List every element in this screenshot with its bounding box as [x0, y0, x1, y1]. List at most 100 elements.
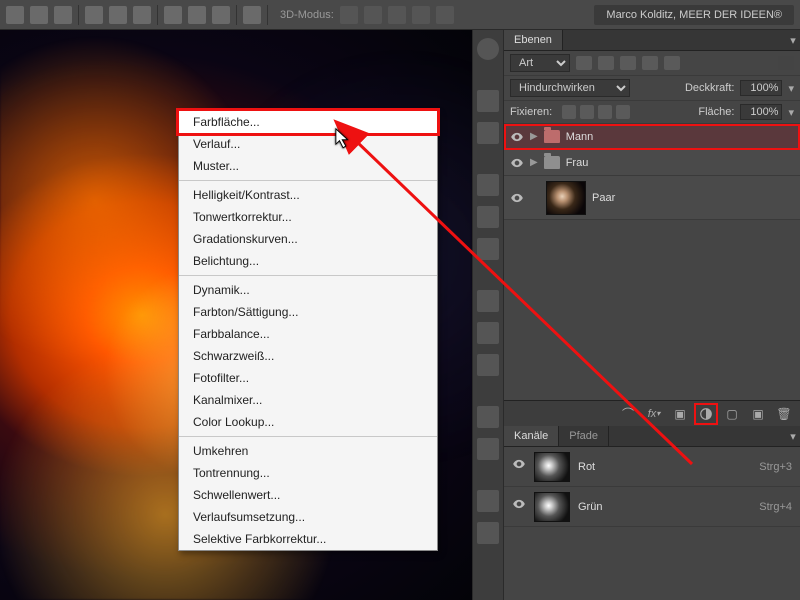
menu-item[interactable]: Schwellenwert...: [179, 484, 437, 506]
layer-filter-row: Art: [504, 51, 800, 76]
fill-input[interactable]: [740, 104, 782, 120]
menu-item[interactable]: Muster...: [179, 155, 437, 177]
cursor-icon: [335, 128, 353, 148]
spacing-icon[interactable]: [243, 6, 261, 24]
menu-item[interactable]: Farbfläche...: [179, 111, 437, 133]
swatches-icon[interactable]: [477, 290, 499, 312]
layer-item-frau[interactable]: ▶ Frau: [504, 150, 800, 176]
new-layer-icon[interactable]: ▣: [750, 407, 766, 421]
lock-position-icon[interactable]: [598, 105, 612, 119]
delete-icon[interactable]: 🗑: [776, 407, 792, 421]
lock-all-icon[interactable]: [616, 105, 630, 119]
visibility-icon[interactable]: [510, 130, 524, 144]
align-icon[interactable]: [54, 6, 72, 24]
filter-shape-icon[interactable]: [642, 56, 658, 70]
3d-icon[interactable]: [412, 6, 430, 24]
menu-item[interactable]: Umkehren: [179, 440, 437, 462]
layers-icon[interactable]: [477, 438, 499, 460]
layer-item-paar[interactable]: Paar: [504, 176, 800, 220]
tab-channels[interactable]: Kanäle: [504, 426, 559, 446]
filter-type-select[interactable]: Art: [510, 54, 570, 72]
menu-item[interactable]: Schwarzweiß...: [179, 345, 437, 367]
histogram-icon[interactable]: [477, 522, 499, 544]
channel-name: Rot: [578, 461, 595, 473]
menu-divider: [179, 275, 437, 276]
menu-item[interactable]: Gradationskurven...: [179, 228, 437, 250]
3d-icon[interactable]: [364, 6, 382, 24]
menu-item[interactable]: Selektive Farbkorrektur...: [179, 528, 437, 550]
tab-paths[interactable]: Pfade: [559, 426, 609, 446]
workspace-name[interactable]: Marco Kolditz, MEER DER IDEEN®: [594, 5, 794, 25]
panel-menu-icon[interactable]: ▾: [786, 34, 800, 47]
brush-preset-icon[interactable]: [477, 174, 499, 196]
menu-item[interactable]: Color Lookup...: [179, 411, 437, 433]
clone-source-icon[interactable]: [477, 206, 499, 228]
distribute-icon[interactable]: [164, 6, 182, 24]
mask-icon[interactable]: ▣: [672, 407, 688, 421]
expand-icon[interactable]: ▶: [530, 131, 538, 142]
3d-icon[interactable]: [388, 6, 406, 24]
menu-item[interactable]: Verlaufsumsetzung...: [179, 506, 437, 528]
menu-item[interactable]: Farbton/Sättigung...: [179, 301, 437, 323]
layer-name: Mann: [566, 131, 594, 143]
menu-item[interactable]: Farbbalance...: [179, 323, 437, 345]
visibility-icon[interactable]: [512, 457, 526, 476]
menu-item[interactable]: Tonwertkorrektur...: [179, 206, 437, 228]
fx-icon[interactable]: fx▾: [646, 407, 662, 421]
blend-mode-select[interactable]: Hindurchwirken: [510, 79, 630, 97]
menu-item[interactable]: Fotofilter...: [179, 367, 437, 389]
opacity-label: Deckkraft:: [685, 82, 735, 94]
channel-item-gruen[interactable]: Grün Strg+4: [504, 487, 800, 527]
align-icon[interactable]: [6, 6, 24, 24]
color-icon[interactable]: [477, 322, 499, 344]
layer-thumbnail: [546, 181, 586, 215]
folder-icon: [544, 156, 560, 169]
3d-icon[interactable]: [436, 6, 454, 24]
distribute-icon[interactable]: [85, 6, 103, 24]
info-icon[interactable]: [477, 38, 499, 60]
distribute-icon[interactable]: [133, 6, 151, 24]
3d-icon[interactable]: [340, 6, 358, 24]
visibility-icon[interactable]: [510, 191, 524, 205]
adjustment-layer-menu: Farbfläche...Verlauf...Muster... Helligke…: [178, 110, 438, 551]
panel-menu-icon[interactable]: ▾: [786, 430, 800, 443]
tab-layers[interactable]: Ebenen: [504, 30, 563, 50]
styles-icon[interactable]: [477, 354, 499, 376]
lock-transparent-icon[interactable]: [562, 105, 576, 119]
filter-smart-icon[interactable]: [664, 56, 680, 70]
adjustment-layer-icon[interactable]: [698, 407, 714, 421]
filter-pixel-icon[interactable]: [576, 56, 592, 70]
filter-type-icon[interactable]: [620, 56, 636, 70]
menu-item[interactable]: Tontrennung...: [179, 462, 437, 484]
adjustment-icon[interactable]: [477, 406, 499, 428]
paragraph-icon[interactable]: [477, 122, 499, 144]
character-icon[interactable]: [477, 90, 499, 112]
menu-item[interactable]: Dynamik...: [179, 279, 437, 301]
visibility-icon[interactable]: [510, 156, 524, 170]
navigator-icon[interactable]: [477, 490, 499, 512]
distribute-icon[interactable]: [188, 6, 206, 24]
align-icon[interactable]: [30, 6, 48, 24]
expand-icon[interactable]: ▶: [530, 157, 538, 168]
group-icon[interactable]: ▢: [724, 407, 740, 421]
menu-item[interactable]: Helligkeit/Kontrast...: [179, 184, 437, 206]
menu-item[interactable]: Belichtung...: [179, 250, 437, 272]
opacity-input[interactable]: [740, 80, 782, 96]
channel-item-rot[interactable]: Rot Strg+3: [504, 447, 800, 487]
menu-item[interactable]: Kanalmixer...: [179, 389, 437, 411]
menu-item[interactable]: Verlauf...: [179, 133, 437, 155]
layer-item-mann[interactable]: ▶ Mann: [504, 124, 800, 150]
distribute-icon[interactable]: [212, 6, 230, 24]
menu-divider: [179, 436, 437, 437]
lock-pixel-icon[interactable]: [580, 105, 594, 119]
history-icon[interactable]: [477, 238, 499, 260]
panel-strip-left: [472, 30, 504, 600]
link-icon[interactable]: ⌒: [620, 407, 636, 421]
layer-footer: ⌒ fx▾ ▣ ▢ ▣ 🗑: [504, 400, 800, 426]
channel-shortcut: Strg+3: [759, 461, 792, 473]
filter-toggle-icon[interactable]: [778, 56, 794, 70]
visibility-icon[interactable]: [512, 497, 526, 516]
filter-adjustment-icon[interactable]: [598, 56, 614, 70]
blend-opacity-row: Hindurchwirken Deckkraft: ▾: [504, 76, 800, 101]
distribute-icon[interactable]: [109, 6, 127, 24]
